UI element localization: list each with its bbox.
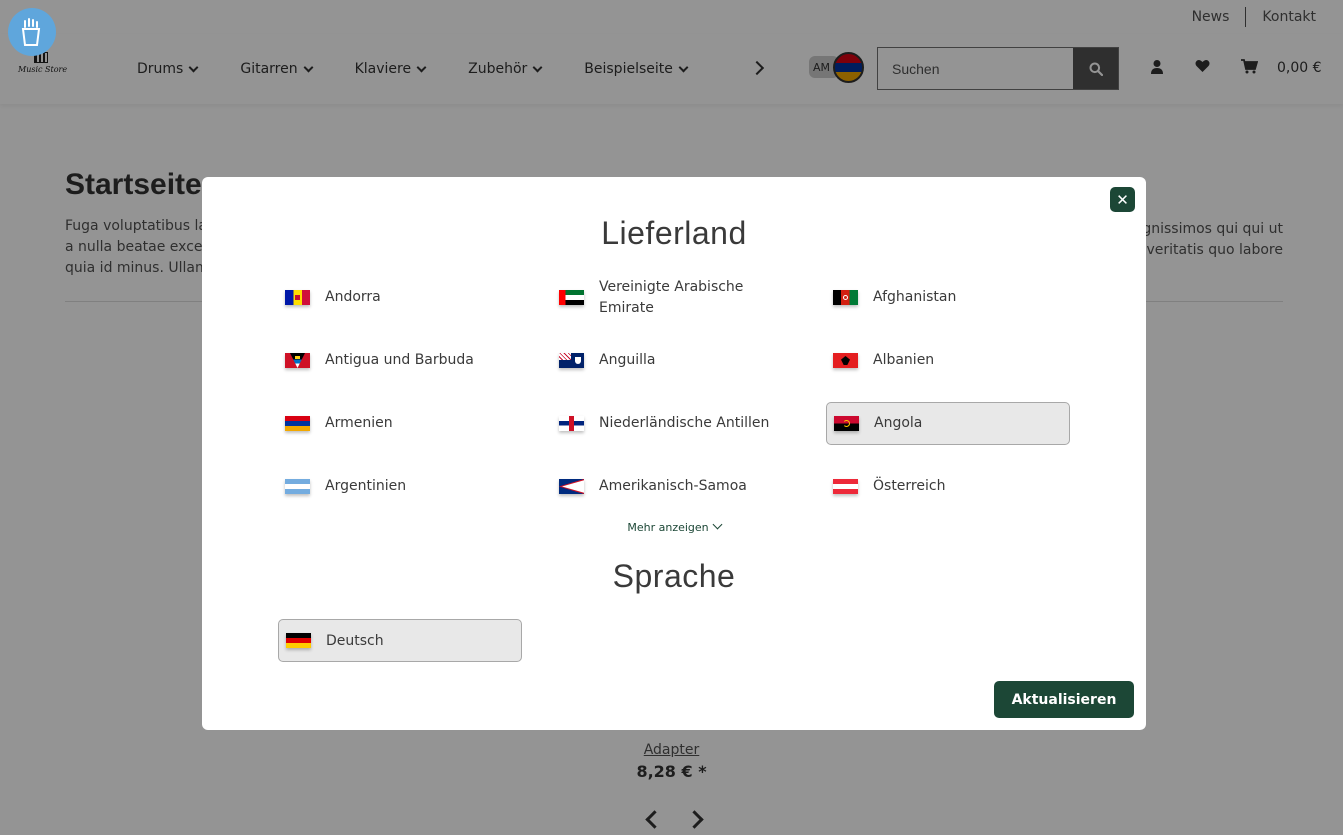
antigua-flag-icon bbox=[285, 353, 310, 368]
country-name: Angola bbox=[874, 415, 923, 431]
country-option-andorra[interactable]: Andorra bbox=[278, 276, 522, 319]
country-heading: Lieferland bbox=[601, 215, 747, 251]
afghanistan-flag-icon bbox=[833, 290, 858, 305]
country-name: Argentinien bbox=[325, 478, 407, 494]
country-name: Österreich bbox=[873, 478, 946, 494]
country-option-netherlands-antilles[interactable]: Niederländische Antillen bbox=[552, 402, 796, 445]
accessibility-button[interactable] bbox=[8, 8, 56, 56]
angola-flag-icon bbox=[834, 416, 859, 431]
argentina-flag-icon bbox=[285, 479, 310, 494]
country-name: Niederländische Antillen bbox=[599, 415, 770, 431]
anguilla-flag-icon bbox=[559, 353, 584, 368]
country-name: Anguilla bbox=[599, 352, 656, 368]
country-option-uae[interactable]: Vereinigte Arabische Emirate bbox=[552, 276, 796, 319]
country-name: Vereinigte Arabische Emirate bbox=[599, 278, 744, 316]
country-name: Albanien bbox=[873, 352, 935, 368]
language-heading: Sprache bbox=[612, 558, 736, 594]
albania-flag-icon bbox=[833, 353, 858, 368]
show-more-link[interactable]: Mehr anzeigen bbox=[202, 519, 1146, 534]
uae-flag-icon bbox=[559, 290, 584, 305]
country-option-armenia[interactable]: Armenien bbox=[278, 402, 522, 445]
country-option-antigua[interactable]: Antigua und Barbuda bbox=[278, 339, 522, 382]
country-language-modal: ✕ Lieferland Andorra Vereinigte Arabisch… bbox=[202, 177, 1146, 730]
austria-flag-icon bbox=[833, 479, 858, 494]
country-name: Andorra bbox=[325, 289, 381, 305]
update-button[interactable]: Aktualisieren bbox=[994, 681, 1134, 718]
country-option-albania[interactable]: Albanien bbox=[826, 339, 1070, 382]
country-name: Amerikanisch-Samoa bbox=[599, 478, 747, 494]
country-option-american-samoa[interactable]: Amerikanisch-Samoa bbox=[552, 465, 796, 508]
country-name: Armenien bbox=[325, 415, 393, 431]
country-option-argentina[interactable]: Argentinien bbox=[278, 465, 522, 508]
country-option-angola[interactable]: Angola bbox=[826, 402, 1070, 445]
armenia-flag-icon bbox=[285, 416, 310, 431]
close-icon: ✕ bbox=[1116, 190, 1129, 209]
language-option-deutsch[interactable]: Deutsch bbox=[278, 619, 522, 662]
american-samoa-flag-icon bbox=[559, 479, 584, 494]
close-button[interactable]: ✕ bbox=[1110, 187, 1135, 212]
andorra-flag-icon bbox=[285, 290, 310, 305]
language-name: Deutsch bbox=[326, 632, 384, 649]
country-option-afghanistan[interactable]: Afghanistan bbox=[826, 276, 1070, 319]
country-option-anguilla[interactable]: Anguilla bbox=[552, 339, 796, 382]
chevron-down-icon bbox=[712, 519, 723, 530]
hand-pointer-icon bbox=[21, 18, 41, 46]
show-more-label: Mehr anzeigen bbox=[627, 521, 709, 534]
netherlands-antilles-flag-icon bbox=[559, 416, 584, 431]
country-option-austria[interactable]: Österreich bbox=[826, 465, 1070, 508]
germany-flag-icon bbox=[286, 633, 311, 648]
country-name: Afghanistan bbox=[873, 289, 957, 305]
country-name: Antigua und Barbuda bbox=[325, 352, 474, 368]
